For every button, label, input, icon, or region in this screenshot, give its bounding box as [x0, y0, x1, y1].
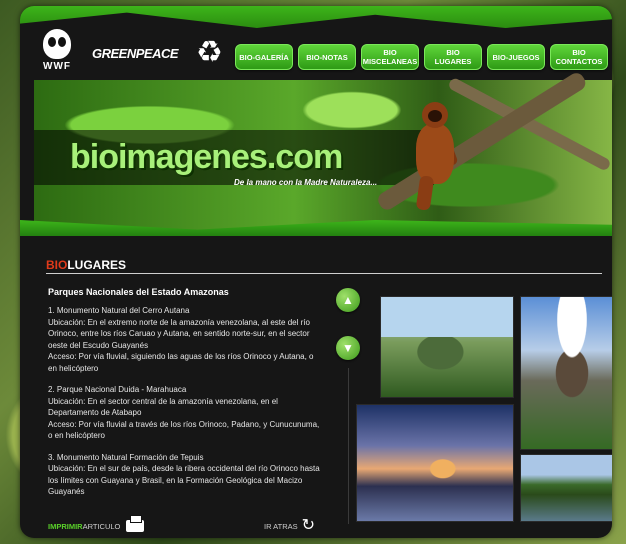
printer-icon	[126, 515, 145, 532]
go-back-label: IR ATRAS	[264, 521, 298, 531]
photo-river-boats[interactable]	[520, 454, 612, 522]
print-label-highlight: IMPRIMIR	[48, 521, 83, 531]
article-paragraph: 2. Parque Nacional Duida - Marahuaca Ubi…	[48, 385, 320, 440]
photo-cerro-autana[interactable]	[380, 296, 514, 398]
nav-bio-juegos-button[interactable]: BIO-JUEGOS	[487, 44, 545, 70]
wwf-logo[interactable]: WWF	[40, 29, 74, 77]
nav-bio-lugares-button[interactable]: BIO LUGARES	[424, 44, 482, 70]
logo-bar: WWF GREENPEACE ♻	[40, 28, 223, 78]
section-title: BIOLUGARES	[46, 258, 126, 272]
howler-monkey-image	[412, 102, 459, 212]
content-divider	[348, 368, 349, 524]
nav-bio-miscelaneas-button[interactable]: BIO MISCELANEAS	[361, 44, 419, 70]
scroll-up-button[interactable]: ▲	[336, 288, 360, 312]
arrow-up-icon: ▲	[342, 293, 354, 307]
main-panel: WWF GREENPEACE ♻ BIO-GALERÍA BIO-NOTAS B…	[20, 6, 612, 538]
site-brand-logo[interactable]: bioimagenes.com	[70, 138, 343, 177]
site-tagline: De la mano con la Madre Naturaleza...	[234, 178, 378, 187]
greenpeace-logo[interactable]: GREENPEACE	[92, 46, 179, 61]
go-back-link[interactable]: IR ATRAS ↻	[264, 518, 315, 534]
nav-bio-galeria-button[interactable]: BIO-GALERÍA	[235, 44, 293, 70]
back-arrow-icon: ↻	[301, 517, 316, 534]
recycle-icon: ♻	[196, 36, 223, 69]
print-label-text: ARTICULO	[82, 521, 121, 531]
print-article-link[interactable]: IMPRIMIRARTICULO	[48, 515, 145, 532]
article-paragraph: 1. Monumento Natural del Cerro Autana Ub…	[48, 306, 314, 373]
photo-tepui-clouds[interactable]	[520, 296, 612, 450]
wwf-logo-text: WWF	[43, 61, 71, 72]
scroll-down-button[interactable]: ▼	[336, 336, 360, 360]
arrow-down-icon: ▼	[342, 341, 354, 355]
main-nav: BIO-GALERÍA BIO-NOTAS BIO MISCELANEAS BI…	[235, 44, 608, 70]
article-body: 1. Monumento Natural del Cerro Autana Ub…	[48, 305, 324, 508]
photo-river-sunset[interactable]	[356, 404, 514, 522]
nav-bio-contactos-button[interactable]: BIO CONTACTOS	[550, 44, 608, 70]
section-title-suffix: LUGARES	[67, 258, 127, 272]
nav-bio-notas-button[interactable]: BIO-NOTAS	[298, 44, 356, 70]
section-title-prefix: BIO	[46, 258, 68, 272]
article-paragraph: 3. Monumento Natural Formación de Tepuis…	[48, 452, 320, 497]
article-title: Parques Nacionales del Estado Amazonas	[48, 287, 229, 297]
panda-icon	[43, 29, 71, 59]
top-green-band	[20, 6, 612, 28]
section-divider	[46, 273, 602, 274]
